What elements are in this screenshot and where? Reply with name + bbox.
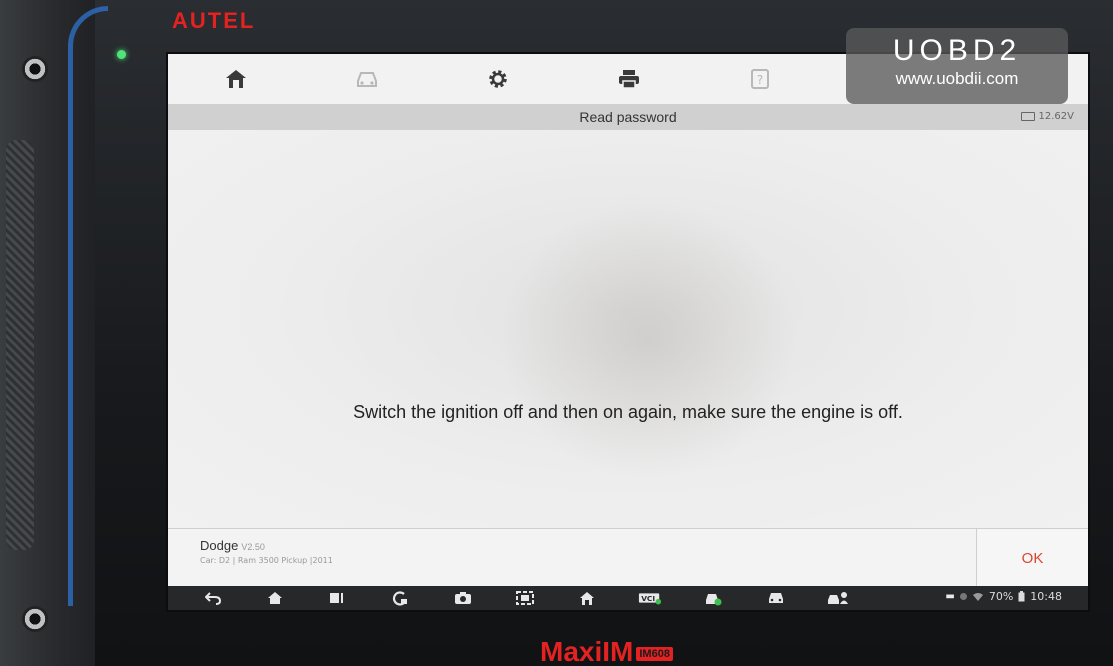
vehicle-button[interactable] — [350, 63, 384, 95]
tablet-device: AUTEL MaxiIMIM608 ? Read password 12.62 — [0, 0, 1113, 666]
message-icon: ▬ — [945, 591, 955, 602]
voltage-value: 12.62V — [1038, 111, 1074, 122]
brand-logo-top: AUTEL — [172, 8, 256, 33]
vci-icon: VCI — [638, 593, 662, 605]
side-grip — [6, 140, 34, 550]
car-button[interactable] — [764, 588, 788, 608]
brand-logo-bottom: MaxiIM IM608 — [540, 636, 673, 666]
blue-trim — [68, 6, 108, 606]
bottom-side-button — [22, 606, 48, 632]
ok-button[interactable]: OK — [976, 529, 1088, 587]
maxi-home-icon — [580, 591, 594, 605]
car-person-button[interactable] — [826, 588, 850, 608]
footer-bar: Dodge V2.50 Car: D2 | Ram 3500 Pickup |20… — [168, 528, 1088, 587]
maxi-home-button[interactable] — [575, 588, 599, 608]
status-dot-icon — [959, 593, 967, 600]
back-icon — [205, 592, 221, 605]
gear-icon — [489, 70, 507, 88]
recent-apps-icon — [330, 593, 343, 603]
car-person-icon — [828, 592, 848, 604]
top-side-button — [22, 56, 48, 82]
watermark-title: UOBD2 — [892, 34, 1022, 67]
battery-voltage: 12.62V — [1020, 111, 1074, 122]
watermark: UOBD2 www.uobdii.com — [846, 28, 1068, 104]
vehicle-info: Car: D2 | Ram 3500 Pickup |2011 — [200, 556, 333, 565]
svg-text:?: ? — [757, 73, 763, 87]
vehicle-check-icon — [706, 594, 722, 606]
recent-apps-button[interactable] — [325, 588, 349, 608]
screen-reflection — [498, 200, 798, 480]
status-area: ▬ 70% 10:48 — [945, 590, 1062, 603]
home-icon — [268, 592, 282, 604]
camera-icon — [455, 592, 471, 604]
model-badge: IM608 — [636, 646, 673, 661]
vehicle-check-button[interactable] — [701, 588, 725, 608]
printer-icon — [619, 70, 639, 89]
vehicle-name: Dodge V2.50 — [200, 538, 265, 553]
refresh-icon — [392, 591, 408, 606]
android-home-button[interactable] — [263, 588, 287, 608]
software-version: V2.50 — [241, 542, 265, 552]
battery-percent: 70% — [988, 590, 1014, 603]
watermark-url: www.uobdii.com — [895, 69, 1019, 88]
screenshot-button[interactable] — [513, 588, 537, 608]
tablet-screen: ? Read password 12.62V Switch the igniti… — [168, 54, 1088, 610]
home-icon — [226, 70, 246, 88]
refresh-button[interactable] — [388, 588, 412, 608]
message-area: Switch the ignition off and then on agai… — [168, 130, 1088, 528]
screen-title: Read password — [168, 104, 1088, 130]
vehicle-icon — [357, 72, 377, 87]
wifi-icon — [972, 592, 983, 601]
system-navbar: VCI ▬ 70% 10:48 — [168, 586, 1088, 610]
settings-button[interactable] — [481, 63, 515, 95]
vehicle-battery-icon — [1020, 112, 1035, 121]
screenshot-icon — [516, 591, 534, 605]
help-button[interactable]: ? — [743, 63, 777, 95]
print-button[interactable] — [612, 63, 646, 95]
clock: 10:48 — [1030, 590, 1062, 603]
battery-icon — [1018, 591, 1025, 602]
power-led — [117, 50, 126, 59]
home-button[interactable] — [219, 63, 253, 95]
car-icon — [769, 593, 783, 603]
help-icon: ? — [751, 69, 769, 89]
back-button[interactable] — [201, 588, 225, 608]
svg-text:VCI: VCI — [641, 594, 655, 603]
camera-button[interactable] — [451, 588, 475, 608]
vci-button[interactable]: VCI — [638, 588, 662, 608]
instruction-message: Switch the ignition off and then on agai… — [353, 402, 903, 422]
